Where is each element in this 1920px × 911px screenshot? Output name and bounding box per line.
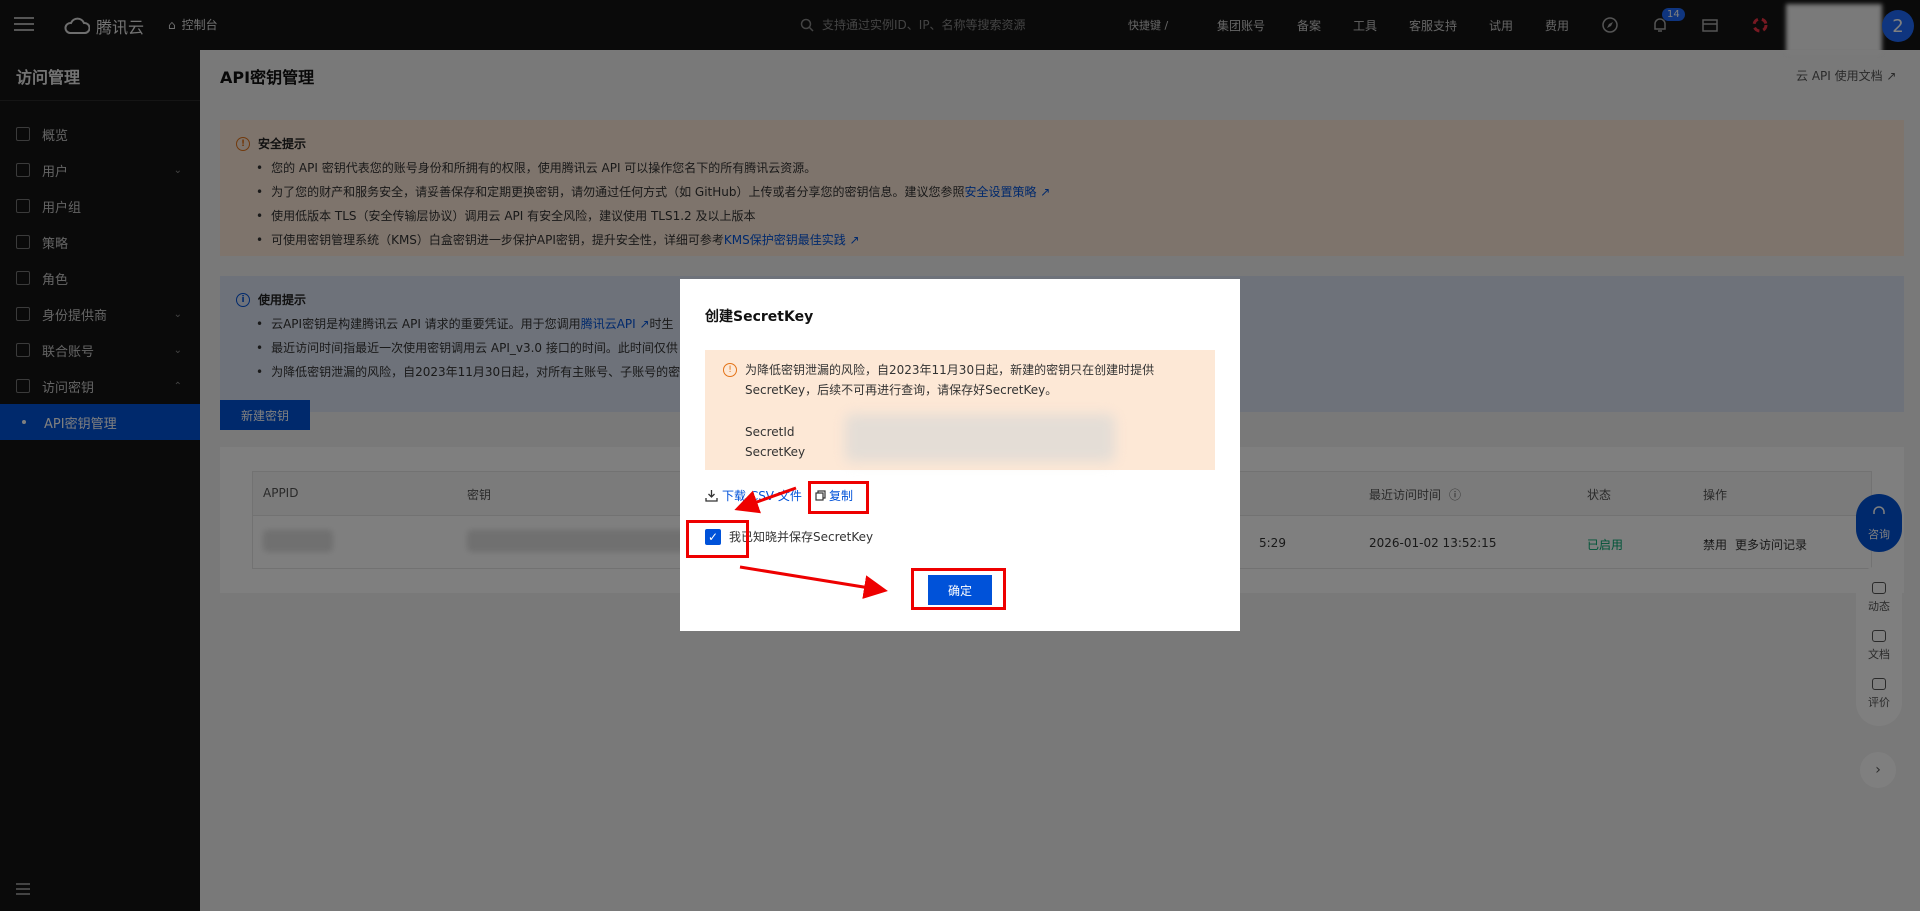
arrow-to-checkbox: [734, 486, 797, 514]
arrow-to-confirm: [739, 565, 888, 599]
annotation-arrows: [734, 486, 888, 599]
